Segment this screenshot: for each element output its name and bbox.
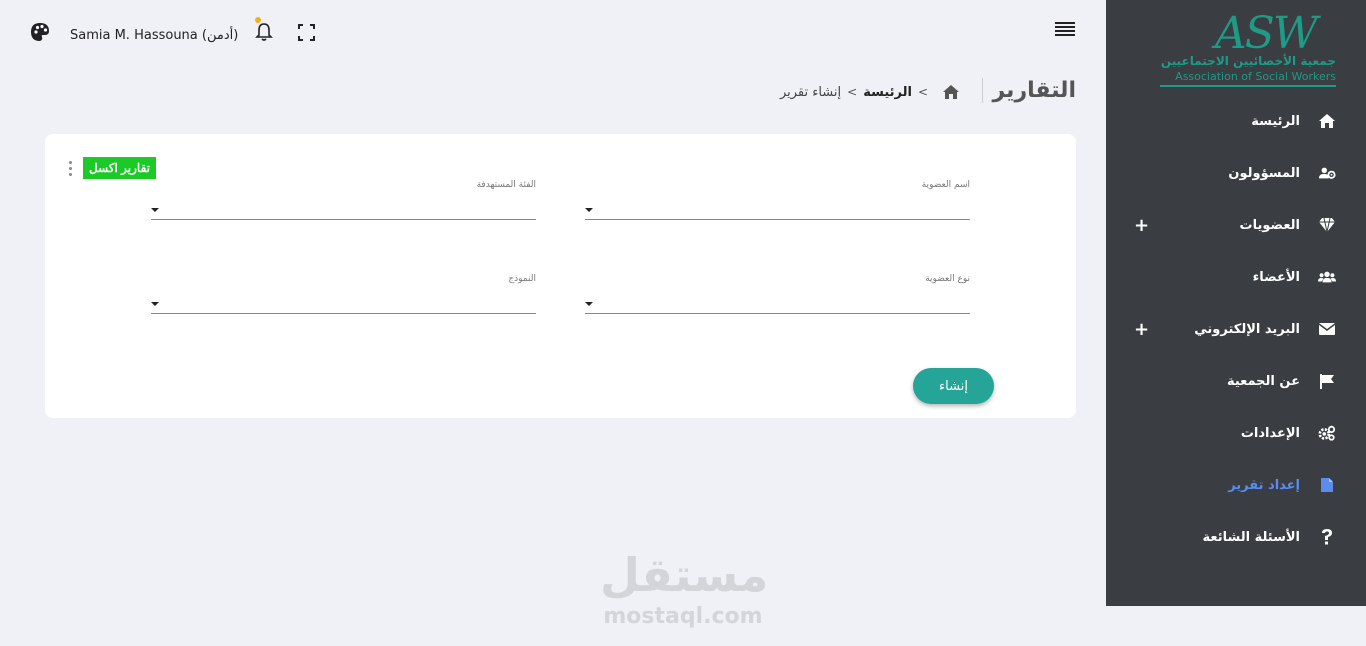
sidebar-nav: الرئيسة المسؤولون + العضويات الأعضاء + ا… (1106, 95, 1366, 563)
more-options-icon[interactable] (67, 161, 73, 177)
sidebar-item-label: الأسئلة الشائعة (1202, 529, 1301, 545)
breadcrumb: > الرئيسة > إنشاء تقرير (780, 84, 960, 100)
expand-icon[interactable]: + (1134, 319, 1149, 340)
expand-icon[interactable]: + (1134, 215, 1149, 236)
bell-icon[interactable] (254, 22, 274, 42)
flag-icon (1318, 372, 1336, 390)
sidebar-item-email[interactable]: + البريد الإلكتروني (1106, 303, 1366, 355)
file-icon (1318, 476, 1336, 494)
watermark-english: mostaql.com (603, 604, 763, 629)
envelope-icon (1318, 320, 1336, 338)
logo-letters: ASW (1214, 8, 1318, 59)
sidebar-item-label: الأعضاء (1252, 269, 1300, 285)
cogs-icon (1318, 424, 1336, 442)
asw-logo[interactable]: ASW جمعية الأخصائيين الاجتماعيين Associa… (1156, 8, 1336, 88)
sidebar-item-label: عن الجمعية (1226, 373, 1300, 389)
sidebar-item-label: البريد الإلكتروني (1194, 321, 1300, 337)
sidebar-item-memberships[interactable]: + العضويات (1106, 199, 1366, 251)
sidebar-item-label: الرئيسة (1251, 113, 1300, 129)
sidebar-item-label: المسؤولون (1228, 165, 1300, 181)
field-label: اسم العضوية (921, 180, 970, 190)
caret-down-icon (585, 208, 593, 212)
sidebar: ASW جمعية الأخصائيين الاجتماعيين Associa… (1106, 0, 1366, 606)
top-bar: Samia M. Hassouna (أدمن) (0, 0, 1106, 66)
home-icon (1318, 112, 1336, 130)
breadcrumb-separator: > (847, 85, 858, 99)
logo-underline (1160, 85, 1336, 87)
sidebar-item-home[interactable]: الرئيسة (1106, 95, 1366, 147)
sidebar-item-label: الإعدادات (1240, 425, 1300, 441)
report-form-card: تقارير اكسل اسم العضوية الفئة المستهدفة … (45, 134, 1076, 418)
sidebar-item-admins[interactable]: المسؤولون (1106, 147, 1366, 199)
field-label: الفئة المستهدفة (476, 180, 536, 190)
sidebar-item-faq[interactable]: الأسئلة الشائعة (1106, 511, 1366, 563)
template-select[interactable] (151, 292, 536, 314)
logo-english-text: Association of Social Workers (1175, 70, 1336, 83)
logo-arabic-text: جمعية الأخصائيين الاجتماعيين (1160, 54, 1336, 68)
sidebar-item-label: إعداد تقرير (1228, 477, 1300, 493)
field-label: النموذج (508, 274, 536, 284)
breadcrumb-home[interactable]: الرئيسة (863, 85, 912, 100)
fullscreen-icon[interactable] (298, 24, 315, 41)
menu-toggle-icon[interactable] (1055, 22, 1075, 38)
field-label: نوع العضوية (925, 274, 970, 284)
excel-reports-button[interactable]: تقارير اكسل (83, 157, 156, 179)
caret-down-icon (151, 208, 159, 212)
sidebar-item-members[interactable]: الأعضاء (1106, 251, 1366, 303)
watermark-arabic: مستقل (600, 548, 769, 602)
membership-name-select[interactable] (585, 198, 970, 220)
home-icon[interactable] (942, 84, 960, 100)
palette-icon[interactable] (30, 22, 50, 42)
create-button[interactable]: إنشاء (913, 368, 994, 404)
users-cog-icon (1318, 164, 1336, 182)
caret-down-icon (151, 302, 159, 306)
sidebar-item-about[interactable]: عن الجمعية (1106, 355, 1366, 407)
sidebar-item-report[interactable]: إعداد تقرير (1106, 459, 1366, 511)
gem-icon (1318, 216, 1336, 234)
breadcrumb-separator: > (917, 85, 928, 99)
breadcrumb-current: إنشاء تقرير (779, 84, 842, 100)
membership-type-select[interactable] (585, 292, 970, 314)
caret-down-icon (585, 302, 593, 306)
sidebar-item-label: العضويات (1239, 217, 1300, 233)
users-icon (1318, 268, 1336, 286)
target-group-select[interactable] (151, 198, 536, 220)
page-title: التقارير (981, 78, 1076, 103)
user-name[interactable]: Samia M. Hassouna (أدمن) (70, 28, 238, 43)
question-icon (1318, 528, 1336, 546)
sidebar-item-settings[interactable]: الإعدادات (1106, 407, 1366, 459)
